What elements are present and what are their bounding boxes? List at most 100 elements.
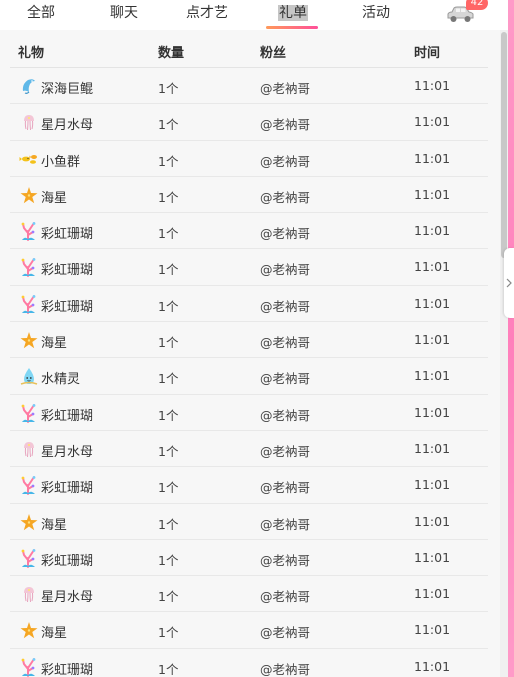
fan-name[interactable]: @老衲哥: [260, 514, 310, 533]
table-row: 海星 1个 @老衲哥 11:01: [0, 322, 500, 359]
scrollbar-thumb[interactable]: [501, 32, 507, 258]
gift-time: 11:01: [414, 332, 451, 348]
gift-name: 星月水母: [41, 590, 94, 606]
gift-name: 彩虹珊瑚: [41, 408, 94, 424]
tab-all-label: 全部: [27, 5, 55, 21]
tab-talent[interactable]: 点才艺: [186, 2, 228, 22]
gift-time: 11:01: [414, 368, 451, 384]
table-row: 彩虹珊瑚 1个 @老衲哥 11:01: [0, 213, 500, 250]
gift-quantity: 1个: [158, 81, 179, 96]
gift-quantity: 1个: [158, 625, 179, 641]
gift-name: 海星: [41, 517, 68, 533]
gift-time: 11:01: [414, 440, 451, 456]
fan-name[interactable]: @老衲哥: [260, 187, 310, 206]
coral-icon: [19, 403, 39, 423]
jellyfish-icon: [19, 439, 39, 459]
fan-name[interactable]: @老衲哥: [260, 622, 310, 641]
table-row: 星月水母 1个 @老衲哥 11:01: [0, 104, 500, 141]
gift-quantity: 1个: [158, 298, 179, 314]
side-strip: [508, 0, 514, 677]
gift-name: 彩虹珊瑚: [41, 662, 94, 677]
table-row: 星月水母 1个 @老衲哥 11:01: [0, 431, 500, 468]
gift-time: 11:01: [414, 186, 451, 202]
gift-quantity: 1个: [158, 407, 179, 423]
fan-name[interactable]: @老衲哥: [260, 259, 310, 278]
fan-name[interactable]: @老衲哥: [260, 659, 310, 677]
gift-quantity: 1个: [158, 117, 179, 133]
table-row: 彩虹珊瑚 1个 @老衲哥 11:01: [0, 395, 500, 432]
gift-quantity: 1个: [158, 371, 179, 387]
table-row: 小鱼群 1个 @老衲哥 11:01: [0, 141, 500, 178]
gift-time: 11:01: [414, 404, 451, 420]
gift-name: 彩虹珊瑚: [41, 481, 94, 497]
coral-icon: [19, 221, 39, 242]
dolphin-icon: [19, 76, 39, 96]
scrollbar[interactable]: [500, 30, 508, 677]
gift-name: 海星: [41, 336, 68, 352]
tab-chat[interactable]: 聊天: [110, 2, 138, 22]
gift-quantity: 1个: [158, 552, 179, 568]
table-row: 彩虹珊瑚 1个 @老衲哥 11:01: [0, 467, 500, 504]
gift-name: 彩虹珊瑚: [41, 553, 94, 569]
starfish-icon: [19, 620, 39, 640]
gift-quantity: 1个: [158, 661, 179, 677]
gift-quantity: 1个: [158, 335, 179, 351]
table-row: 彩虹珊瑚 1个 @老衲哥 11:01: [0, 540, 500, 577]
collapse-handle[interactable]: [504, 248, 514, 318]
header-fan: 粉丝: [260, 46, 287, 61]
table-row: 水精灵 1个 @老衲哥 11:01: [0, 358, 500, 395]
fan-name[interactable]: @老衲哥: [260, 477, 310, 496]
tab-gift-list-label: 礼单: [278, 5, 308, 21]
tab-gift-list[interactable]: 礼单: [278, 2, 308, 22]
header-qty: 数量: [158, 46, 185, 61]
gift-quantity: 1个: [158, 480, 179, 496]
gift-quantity: 1个: [158, 443, 179, 459]
header-gift: 礼物: [18, 46, 45, 61]
fan-name[interactable]: @老衲哥: [260, 78, 310, 97]
gift-name: 深海巨鲲: [41, 82, 94, 97]
fan-name[interactable]: @老衲哥: [260, 332, 310, 351]
gift-name: 彩虹珊瑚: [41, 263, 94, 279]
fan-name[interactable]: @老衲哥: [260, 441, 310, 460]
gift-time: 11:01: [414, 549, 451, 565]
tab-all[interactable]: 全部: [27, 2, 55, 22]
jellyfish-icon: [19, 112, 39, 132]
gift-time: 11:01: [414, 622, 451, 638]
tab-activity-label: 活动: [362, 5, 390, 21]
fan-name[interactable]: @老衲哥: [260, 586, 310, 605]
fan-name[interactable]: @老衲哥: [260, 550, 310, 569]
gift-name: 星月水母: [41, 118, 94, 134]
fan-name[interactable]: @老衲哥: [260, 223, 310, 242]
water-sprite-icon: [19, 366, 39, 386]
tab-bar: 全部 聊天 点才艺 礼单 活动 42: [0, 0, 500, 30]
gift-time: 11:01: [414, 223, 451, 239]
fan-name[interactable]: @老衲哥: [260, 368, 310, 387]
gift-name: 水精灵: [41, 372, 81, 388]
gift-quantity: 1个: [158, 153, 179, 169]
fan-name[interactable]: @老衲哥: [260, 151, 310, 170]
gift-time: 11:01: [414, 586, 451, 602]
gift-name: 小鱼群: [41, 154, 81, 170]
fish-school-icon: [19, 149, 39, 169]
tab-talent-label: 点才艺: [186, 5, 228, 21]
gift-time: 11:01: [414, 477, 451, 493]
fan-name[interactable]: @老衲哥: [260, 114, 310, 133]
active-tab-indicator: [266, 26, 318, 29]
starfish-icon: [19, 330, 39, 350]
gift-time: 11:01: [414, 150, 451, 166]
table-row: 彩虹珊瑚 1个 @老衲哥 11:01: [0, 249, 500, 287]
jellyfish-icon: [19, 584, 39, 604]
gift-name: 星月水母: [41, 444, 94, 460]
gift-quantity: 1个: [158, 516, 179, 532]
gift-time: 11:01: [414, 114, 451, 130]
table-row: 海星 1个 @老衲哥 11:01: [0, 612, 500, 650]
coral-icon: [19, 475, 39, 496]
fan-name[interactable]: @老衲哥: [260, 405, 310, 424]
coral-icon: [19, 657, 39, 677]
tab-activity[interactable]: 活动: [362, 2, 390, 22]
table-row: 彩虹珊瑚 1个 @老衲哥 11:01: [0, 649, 500, 677]
fan-name[interactable]: @老衲哥: [260, 296, 310, 315]
header-time: 时间: [414, 46, 441, 61]
gift-time: 11:01: [414, 658, 451, 674]
gift-quantity: 1个: [158, 589, 179, 605]
